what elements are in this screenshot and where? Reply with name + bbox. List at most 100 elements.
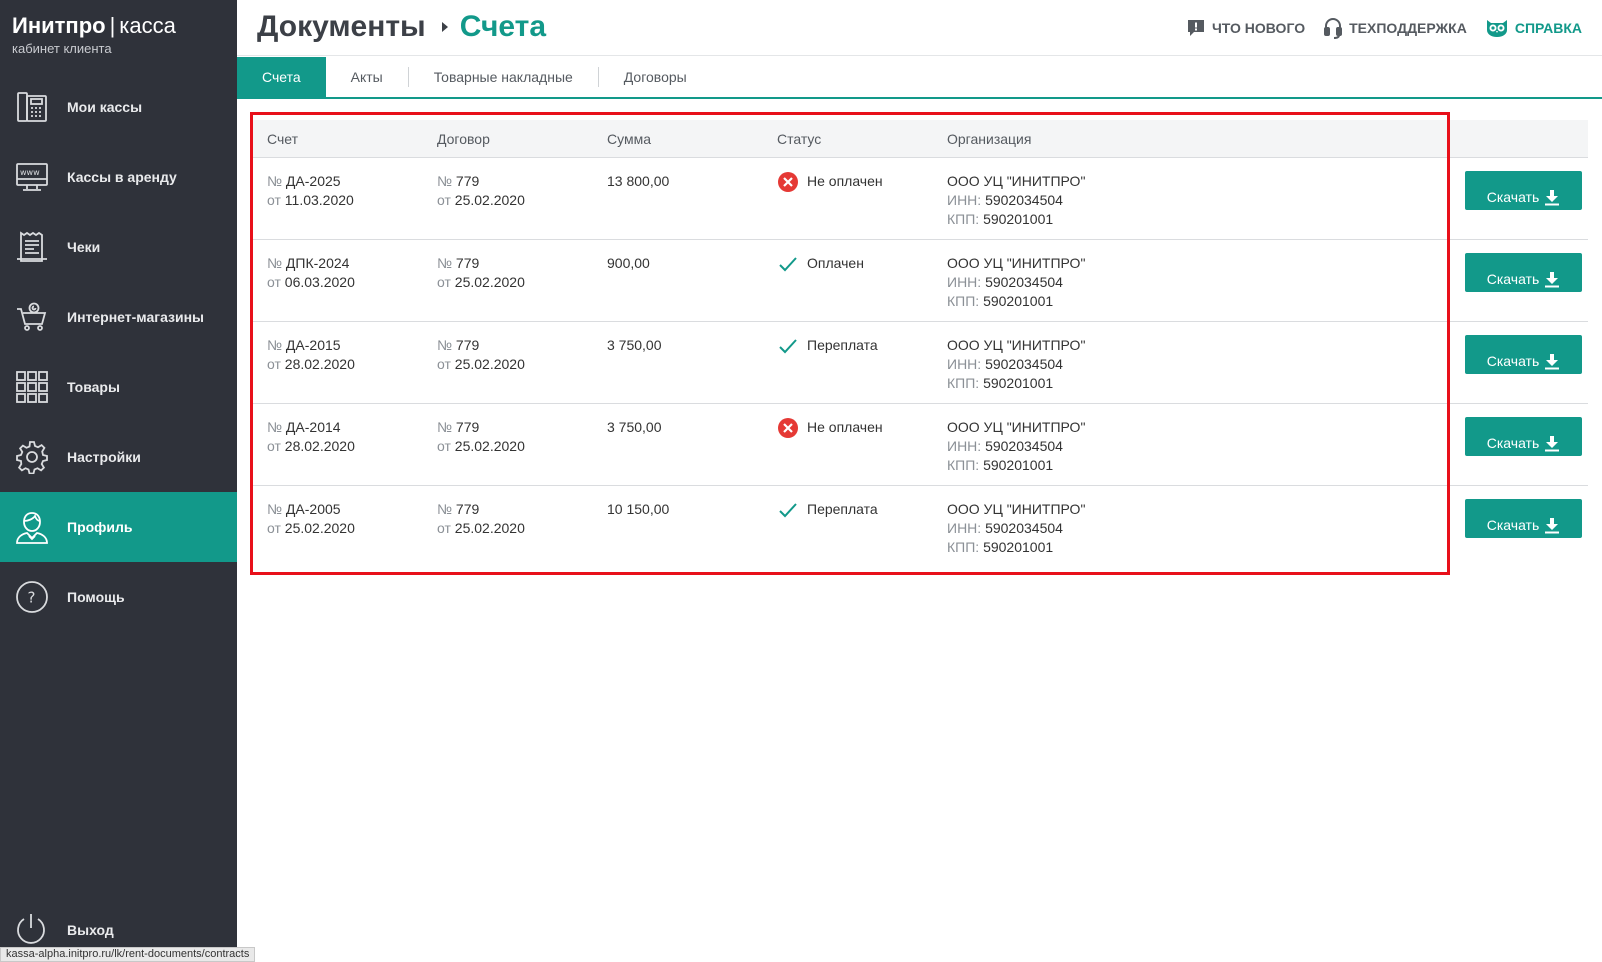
status-text: Переплата bbox=[807, 501, 878, 517]
contract-number[interactable]: 779 bbox=[456, 337, 479, 353]
logout-button[interactable]: Выход bbox=[14, 912, 114, 948]
download-button[interactable]: Скачать bbox=[1465, 253, 1582, 292]
table-row: № ДА-2025 от 11.03.2020 № 779 от 25.02.2020… bbox=[250, 158, 1588, 240]
gear-icon bbox=[14, 439, 50, 475]
contract-date: 25.02.2020 bbox=[454, 520, 525, 536]
svg-text:www: www bbox=[20, 168, 40, 177]
contract-number[interactable]: 779 bbox=[456, 501, 479, 517]
invoice-number[interactable]: ДА-2014 bbox=[286, 419, 341, 435]
sidebar-item-rent-registers[interactable]: www Кассы в аренду bbox=[0, 142, 237, 212]
sidebar-item-products[interactable]: Товары bbox=[0, 352, 237, 422]
sum-cell: 13 800,00 bbox=[607, 173, 670, 189]
brand-name: Инитпро bbox=[12, 13, 106, 38]
whats-new-link[interactable]: ЧТО НОВОГО bbox=[1186, 18, 1305, 38]
table-header: Счет Договор Сумма Статус Организация bbox=[250, 120, 1588, 158]
date-prefix: от bbox=[437, 438, 451, 454]
sidebar-item-profile[interactable]: Профиль bbox=[0, 492, 237, 562]
sidebar-item-my-registers[interactable]: Мои кассы bbox=[0, 72, 237, 142]
error-circle-icon bbox=[777, 417, 799, 439]
invoice-number[interactable]: ДА-2025 bbox=[286, 173, 341, 189]
contract-number[interactable]: 779 bbox=[456, 173, 479, 189]
status-cell: Оплачен bbox=[760, 240, 930, 321]
number-prefix: № bbox=[267, 255, 283, 271]
receipt-icon bbox=[14, 229, 50, 265]
logout-label: Выход bbox=[67, 922, 114, 938]
shopping-cart-icon bbox=[14, 299, 50, 335]
tab-invoices[interactable]: Счета bbox=[237, 57, 326, 97]
kpp-label: КПП: bbox=[947, 539, 980, 555]
download-icon bbox=[1545, 436, 1560, 452]
status-cell: Переплата bbox=[760, 486, 930, 568]
owl-icon bbox=[1486, 20, 1507, 37]
status-text: Не оплачен bbox=[807, 173, 883, 189]
table-row: № ДПК-2024 от 06.03.2020 № 779 от 25.02.202… bbox=[250, 240, 1588, 322]
date-prefix: от bbox=[267, 356, 281, 372]
cash-register-icon bbox=[14, 89, 50, 125]
inn-label: ИНН: bbox=[947, 192, 982, 208]
number-prefix: № bbox=[437, 255, 453, 271]
number-prefix: № bbox=[437, 501, 453, 517]
checkmark-icon bbox=[777, 499, 799, 521]
number-prefix: № bbox=[437, 419, 453, 435]
invoice-cell: № ДА-2025 от 11.03.2020 bbox=[250, 158, 420, 239]
invoice-number[interactable]: ДПК-2024 bbox=[286, 255, 350, 271]
browser-status-url: kassa-alpha.initpro.ru/lk/rent-documents… bbox=[0, 947, 256, 962]
sidebar-item-receipts[interactable]: Чеки bbox=[0, 212, 237, 282]
breadcrumb-arrow-icon bbox=[441, 22, 448, 32]
contract-number[interactable]: 779 bbox=[456, 419, 479, 435]
inn-value: 5902034504 bbox=[985, 274, 1063, 290]
sidebar-item-label: Чеки bbox=[67, 239, 101, 255]
sidebar-item-label: Настройки bbox=[67, 449, 141, 465]
checkmark-icon bbox=[777, 253, 799, 275]
news-bubble-icon bbox=[1187, 20, 1204, 36]
organization-name: ООО УЦ "ИНИТПРО" bbox=[947, 337, 1086, 353]
breadcrumb-documents[interactable]: Документы bbox=[257, 10, 426, 44]
www-monitor-icon: www bbox=[14, 159, 50, 195]
inn-value: 5902034504 bbox=[985, 192, 1063, 208]
invoice-number[interactable]: ДА-2015 bbox=[286, 337, 341, 353]
date-prefix: от bbox=[267, 438, 281, 454]
page-title: Счета bbox=[459, 10, 547, 43]
invoice-number[interactable]: ДА-2005 bbox=[286, 501, 341, 517]
date-prefix: от bbox=[437, 274, 451, 290]
download-button[interactable]: Скачать bbox=[1465, 335, 1582, 374]
contract-cell: № 779 от 25.02.2020 bbox=[420, 486, 590, 568]
contract-number[interactable]: 779 bbox=[456, 255, 479, 271]
date-prefix: от bbox=[267, 274, 281, 290]
inn-label: ИНН: bbox=[947, 520, 982, 536]
tab-waybills[interactable]: Товарные накладные bbox=[409, 57, 598, 97]
download-button[interactable]: Скачать bbox=[1465, 499, 1582, 538]
organization-cell: ООО УЦ "ИНИТПРО" ИНН: 5902034504 КПП: 5902… bbox=[930, 158, 1318, 239]
tab-contracts[interactable]: Договоры bbox=[599, 57, 712, 97]
power-icon bbox=[14, 912, 50, 948]
support-link[interactable]: ТЕХПОДДЕРЖКА bbox=[1323, 17, 1467, 39]
brand-separator: | bbox=[109, 13, 116, 38]
kpp-label: КПП: bbox=[947, 293, 980, 309]
date-prefix: от bbox=[437, 356, 451, 372]
brand-subtitle: кабинет клиента bbox=[12, 41, 112, 56]
kpp-value: 590201001 bbox=[983, 457, 1054, 473]
sidebar-item-label: Товары bbox=[67, 379, 120, 395]
date-prefix: от bbox=[267, 520, 281, 536]
invoice-cell: № ДА-2015 от 28.02.2020 bbox=[250, 322, 420, 403]
download-button[interactable]: Скачать bbox=[1465, 171, 1582, 210]
sidebar-item-label: Профиль bbox=[67, 519, 133, 535]
sidebar-item-settings[interactable]: Настройки bbox=[0, 422, 237, 492]
contract-cell: № 779 от 25.02.2020 bbox=[420, 240, 590, 321]
download-label: Скачать bbox=[1486, 353, 1540, 369]
sidebar-item-online-stores[interactable]: Интернет-магазины bbox=[0, 282, 237, 352]
sidebar-item-help[interactable]: ? Помощь bbox=[0, 562, 237, 632]
help-link[interactable]: СПРАВКА bbox=[1485, 18, 1582, 38]
download-label: Скачать bbox=[1486, 517, 1540, 533]
tab-acts[interactable]: Акты bbox=[326, 57, 408, 97]
sidebar-item-label: Кассы в аренду bbox=[67, 169, 177, 185]
download-button[interactable]: Скачать bbox=[1465, 417, 1582, 456]
date-prefix: от bbox=[437, 192, 451, 208]
brand-logo[interactable]: Инитпро | касса кабинет клиента bbox=[12, 12, 176, 56]
status-cell: Не оплачен bbox=[760, 158, 930, 239]
sum-cell: 900,00 bbox=[607, 255, 650, 271]
inn-label: ИНН: bbox=[947, 356, 982, 372]
status-text: Не оплачен bbox=[807, 419, 883, 435]
number-prefix: № bbox=[267, 337, 283, 353]
contract-cell: № 779 от 25.02.2020 bbox=[420, 322, 590, 403]
